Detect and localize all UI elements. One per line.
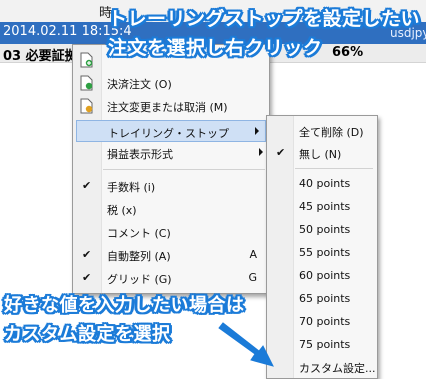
submenu-arrow-icon	[259, 148, 263, 156]
menu-item-label: グリッド (G)	[107, 273, 172, 286]
submenu-item-40-points[interactable]: 40 points	[267, 173, 377, 195]
context-menu: 決済注文 (O) 注文変更または取消 (M) トレイリング・ストップ 損益表示形…	[72, 44, 270, 294]
menu-item-tax[interactable]: 税 (x)	[73, 198, 269, 220]
new-order-icon	[80, 52, 93, 68]
menu-item-close-order[interactable]: 決済注文 (O)	[73, 72, 269, 94]
annotation-instruction-line1: トレーリングストップを設定したい	[108, 8, 421, 30]
menu-item-auto-arrange[interactable]: ✔ 自動整列 (A) A	[73, 244, 269, 266]
annotation-custom-hint-line1: 好きな値を入力したい場合は	[4, 295, 245, 316]
menu-item-label: コメント (C)	[107, 227, 171, 240]
menu-item-modify-order[interactable]: 注文変更または取消 (M)	[73, 95, 269, 117]
menu-item-grid[interactable]: ✔ グリッド (G) G	[73, 267, 269, 289]
menu-item-profit-display[interactable]: 損益表示形式	[73, 142, 269, 164]
menu-item-label: 注文変更または取消 (M)	[107, 101, 228, 114]
submenu-item-65-points[interactable]: 65 points	[267, 288, 377, 310]
modify-order-icon	[80, 98, 93, 114]
menu-item-label: トレイリング・ストップ	[108, 127, 229, 140]
menu-item-label: 自動整列 (A)	[107, 250, 171, 263]
submenu-item-55-points[interactable]: 55 points	[267, 242, 377, 264]
close-order-icon	[80, 75, 93, 91]
pointer-arrow-icon	[218, 322, 274, 367]
submenu-item-delete-all[interactable]: 全て削除 (D)	[267, 120, 377, 142]
checkmark-icon: ✔	[82, 248, 92, 261]
submenu-item-label: 55 points	[299, 246, 351, 259]
submenu-item-60-points[interactable]: 60 points	[267, 265, 377, 287]
submenu-item-45-points[interactable]: 45 points	[267, 196, 377, 218]
checkmark-icon: ✔	[82, 271, 92, 284]
submenu-item-label: 75 points	[299, 338, 351, 351]
menu-item-label: 決済注文 (O)	[107, 78, 172, 91]
menu-item-comment[interactable]: コメント (C)	[73, 221, 269, 243]
checkmark-icon: ✔	[276, 146, 286, 159]
submenu-item-label: 65 points	[299, 292, 351, 305]
menu-item-commission[interactable]: ✔ 手数料 (i)	[73, 175, 269, 197]
submenu-item-label: 45 points	[299, 200, 351, 213]
menu-item-label: 損益表示形式	[107, 148, 173, 161]
submenu-item-label: 無し (N)	[299, 148, 342, 161]
annotation-instruction-line2: 注文を選択し右クリック	[108, 37, 323, 59]
submenu-item-label: 50 points	[299, 223, 351, 236]
submenu-separator	[295, 168, 373, 169]
menu-separator	[103, 169, 265, 170]
menu-item-trailing-stop[interactable]: トレイリング・ストップ	[76, 120, 266, 142]
margin-level-value: 66%	[332, 45, 364, 60]
submenu-item-label: カスタム設定...	[299, 362, 376, 375]
annotation-custom-hint-line2: カスタム設定を選択	[4, 324, 171, 345]
submenu-item-label: 60 points	[299, 269, 351, 282]
menu-item-label: 税 (x)	[107, 204, 137, 217]
submenu-item-label: 40 points	[299, 177, 351, 190]
checkmark-icon: ✔	[82, 179, 92, 192]
menu-item-accelerator: G	[248, 271, 257, 284]
submenu-item-label: 全て削除 (D)	[299, 126, 364, 139]
menu-item-label: 手数料 (i)	[107, 181, 156, 194]
submenu-item-50-points[interactable]: 50 points	[267, 219, 377, 241]
menu-item-accelerator: A	[249, 248, 257, 261]
submenu-arrow-icon	[255, 127, 259, 135]
submenu-item-none[interactable]: ✔ 無し (N)	[267, 142, 377, 164]
submenu-item-label: 70 points	[299, 315, 351, 328]
